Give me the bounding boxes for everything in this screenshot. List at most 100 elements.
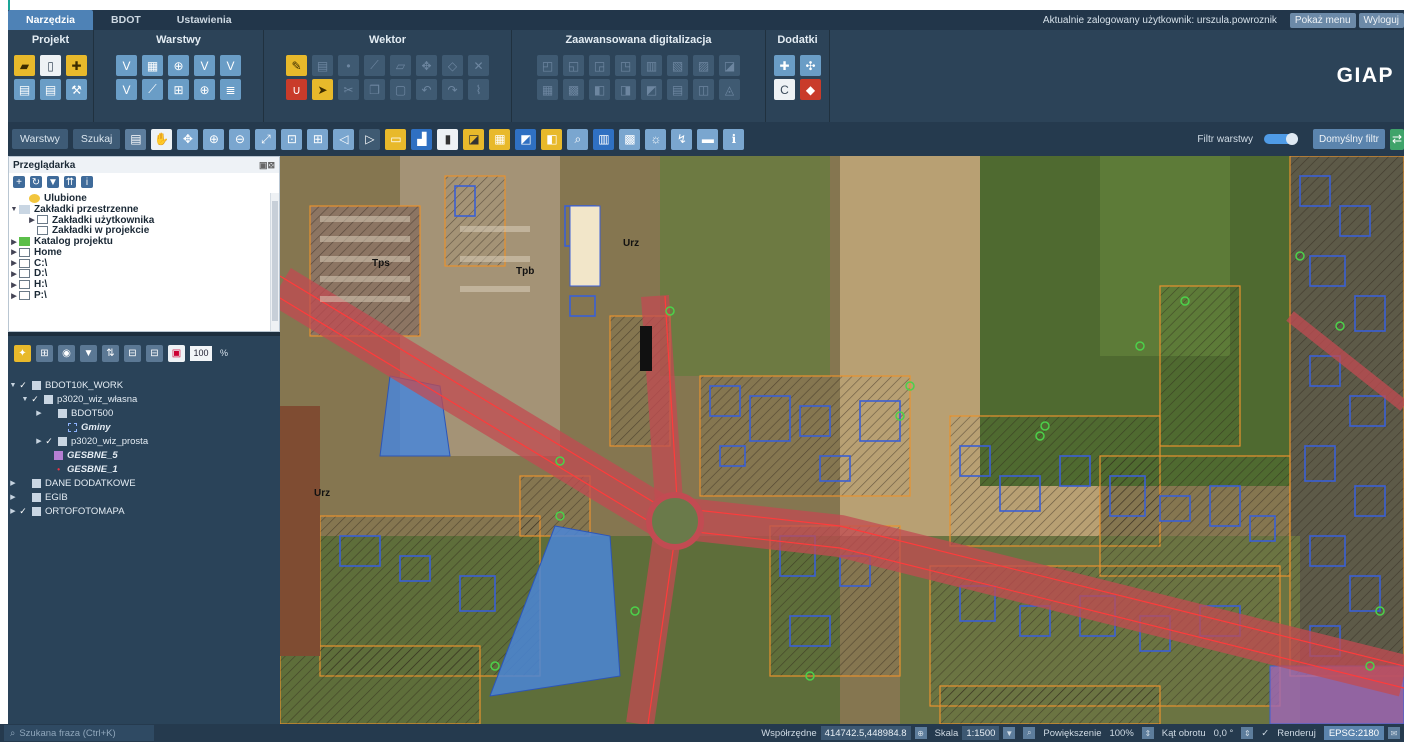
tab-ustawienia[interactable]: Ustawienia <box>159 10 250 30</box>
zoom-last-icon[interactable]: ◁ <box>333 128 355 150</box>
zoom-layer-icon[interactable]: ⊞ <box>307 128 329 150</box>
info-tool-icon[interactable]: ℹ <box>723 128 745 150</box>
tree-item-zakladki-uzytkownika[interactable]: ▶ Zakładki użytkownika <box>9 215 271 226</box>
zoom-spin-icon[interactable]: ⇕ <box>1141 727 1154 739</box>
add-vector-layer-icon[interactable]: V <box>116 55 137 76</box>
tab-bdot[interactable]: BDOT <box>93 10 159 30</box>
add-point-icon[interactable]: • <box>338 55 359 76</box>
adv-tool-9-icon[interactable]: ▦ <box>537 79 558 100</box>
collapse-all-icon[interactable]: ⊟ <box>146 344 163 362</box>
remove-layer-icon[interactable]: ▣ <box>168 344 185 362</box>
node-tool-icon[interactable]: ◇ <box>442 55 463 76</box>
adv-tool-4-icon[interactable]: ◳ <box>615 55 636 76</box>
adv-tool-2-icon[interactable]: ◱ <box>563 55 584 76</box>
messages-icon[interactable]: ✉ <box>1388 727 1400 739</box>
eraser-icon[interactable]: ◆ <box>800 79 821 100</box>
tools-icon[interactable]: ⚒ <box>66 79 87 100</box>
browser-scrollbar[interactable] <box>270 193 279 331</box>
scale-dropdown-icon[interactable]: ▼ <box>1003 727 1016 739</box>
adv-tool-6-icon[interactable]: ▧ <box>667 55 688 76</box>
adv-tool-14-icon[interactable]: ▤ <box>667 79 688 100</box>
attribute-table-icon[interactable]: ▦ <box>489 128 511 150</box>
select-feature-icon[interactable]: ▭ <box>385 128 407 150</box>
sort-layers-icon[interactable]: ⇅ <box>102 344 119 362</box>
map-canvas[interactable]: Tps Tpb Urz Urz <box>280 156 1404 724</box>
add-layer-circle-icon[interactable]: ⊕ <box>194 79 215 100</box>
adv-tool-13-icon[interactable]: ◩ <box>641 79 662 100</box>
search-map-icon[interactable]: ⌕ <box>567 128 589 150</box>
add-polygon-icon[interactable]: ▱ <box>390 55 411 76</box>
layer-row-gesbne-1[interactable]: • GESBNE_1 <box>8 462 280 476</box>
scale-value[interactable]: 1:1500 <box>962 726 1000 740</box>
zoom-full-icon[interactable]: ⤢ <box>255 128 277 150</box>
identify-icon[interactable]: ◪ <box>463 128 485 150</box>
tree-item-katalog-projektu[interactable]: ▶ Katalog projektu <box>9 236 271 247</box>
refresh-icon[interactable]: ↻ <box>30 176 42 188</box>
layer-row-gminy[interactable]: Gminy <box>8 420 280 434</box>
table-icon[interactable]: ▥ <box>593 128 615 150</box>
ruler-icon[interactable]: ▬ <box>697 128 719 150</box>
search-toggle-button[interactable]: Szukaj <box>72 129 121 149</box>
collapse-all-icon[interactable]: ⇈ <box>64 176 76 188</box>
layer-row-gesbne-5[interactable]: GESBNE_5 <box>8 448 280 462</box>
pan-to-selection-icon[interactable]: ✥ <box>177 128 199 150</box>
database-icon[interactable]: ≣ <box>220 79 241 100</box>
statistics-icon[interactable]: ▩ <box>619 128 641 150</box>
save-edits-icon[interactable]: ▤ <box>312 55 333 76</box>
default-filter-button[interactable]: Domyślny filtr <box>1312 129 1385 149</box>
add-wms-layer-icon[interactable]: ⊕ <box>168 55 189 76</box>
move-feature-icon[interactable]: ✥ <box>416 55 437 76</box>
swap-arrows-icon[interactable]: ⇄ <box>1390 128 1404 150</box>
tree-item-zakladki-przestrzenne[interactable]: ▼ Zakładki przestrzenne <box>9 204 271 215</box>
cut-icon[interactable]: ✂ <box>338 79 359 100</box>
adv-tool-3-icon[interactable]: ◲ <box>589 55 610 76</box>
reshape-icon[interactable]: ⌇ <box>468 79 489 100</box>
opacity-input[interactable]: 100 <box>190 345 212 361</box>
zoom-in-icon[interactable]: ⊕ <box>203 128 225 150</box>
zoom-selection-icon[interactable]: ⊡ <box>281 128 303 150</box>
filter-icon[interactable]: ▼ <box>47 176 59 188</box>
tree-item-drive-h[interactable]: ▶ H:\ <box>9 279 271 290</box>
expand-all-icon[interactable]: ⊟ <box>124 344 141 362</box>
panel-float-close-icon[interactable]: ▣⊠ <box>259 160 275 171</box>
layer-row-bdot500[interactable]: ▶ BDOT500 <box>8 406 280 420</box>
tree-item-zakladki-w-projekcie[interactable]: Zakładki w projekcie <box>9 225 271 236</box>
tree-item-home[interactable]: ▶ Home <box>9 247 271 258</box>
tree-item-drive-c[interactable]: ▶ C:\ <box>9 258 271 269</box>
layer-row-p3020-wiz-wlasna[interactable]: ▼ ✓ p3020_wiz_własna <box>8 392 280 406</box>
layer-row-ortofotomapa[interactable]: ▶ ✓ ORTOFOTOMAPA <box>8 504 280 518</box>
layer-row-bdot10k-work[interactable]: ▼ ✓ BDOT10K_WORK <box>8 378 280 392</box>
deselect-icon[interactable]: ▮ <box>437 128 459 150</box>
rotation-value[interactable]: 0,0 ° <box>1214 728 1234 739</box>
adv-tool-5-icon[interactable]: ▥ <box>641 55 662 76</box>
add-csv-layer-icon[interactable]: V <box>220 55 241 76</box>
measure-icon[interactable]: ◧ <box>541 128 563 150</box>
tree-item-drive-d[interactable]: ▶ D:\ <box>9 268 271 279</box>
filter-layers-icon[interactable]: ▼ <box>80 344 97 362</box>
field-calculator-icon[interactable]: ◩ <box>515 128 537 150</box>
delete-feature-icon[interactable]: ✕ <box>468 55 489 76</box>
pan-hand-icon[interactable]: ✋ <box>151 128 173 150</box>
add-raster-layer-icon[interactable]: ▦ <box>142 55 163 76</box>
zoom-value[interactable]: 100% <box>1109 728 1133 739</box>
adv-tool-15-icon[interactable]: ◫ <box>693 79 714 100</box>
add-line-icon[interactable]: ⟋ <box>364 55 385 76</box>
coordinates-value[interactable]: 414742.5,448984.8 <box>820 726 911 740</box>
tree-item-drive-p[interactable]: ▶ P:\ <box>9 290 271 301</box>
split-tool-icon[interactable]: ➤ <box>312 79 333 100</box>
save-as-icon[interactable]: ▤ <box>40 79 61 100</box>
snapping-magnet-icon[interactable]: ∪ <box>286 79 307 100</box>
add-postgis-icon[interactable]: ⊞ <box>168 79 189 100</box>
save-icon[interactable]: ▤ <box>14 79 35 100</box>
grid-plus-icon[interactable]: ✚ <box>774 55 795 76</box>
zoom-out-icon[interactable]: ⊖ <box>229 128 251 150</box>
tree-item-ulubione[interactable]: Ulubione <box>9 193 271 204</box>
redo-icon[interactable]: ↷ <box>442 79 463 100</box>
adv-tool-1-icon[interactable]: ◰ <box>537 55 558 76</box>
edit-pencil-icon[interactable]: ✎ <box>286 55 307 76</box>
search-input[interactable]: ⌕ Szukana fraza (Ctrl+K) <box>4 725 154 741</box>
add-selected-icon[interactable]: + <box>13 176 25 188</box>
show-menu-button[interactable]: Pokaż menu <box>1289 12 1356 28</box>
new-shapefile-icon[interactable]: V <box>116 79 137 100</box>
adv-tool-16-icon[interactable]: ◬ <box>719 79 740 100</box>
